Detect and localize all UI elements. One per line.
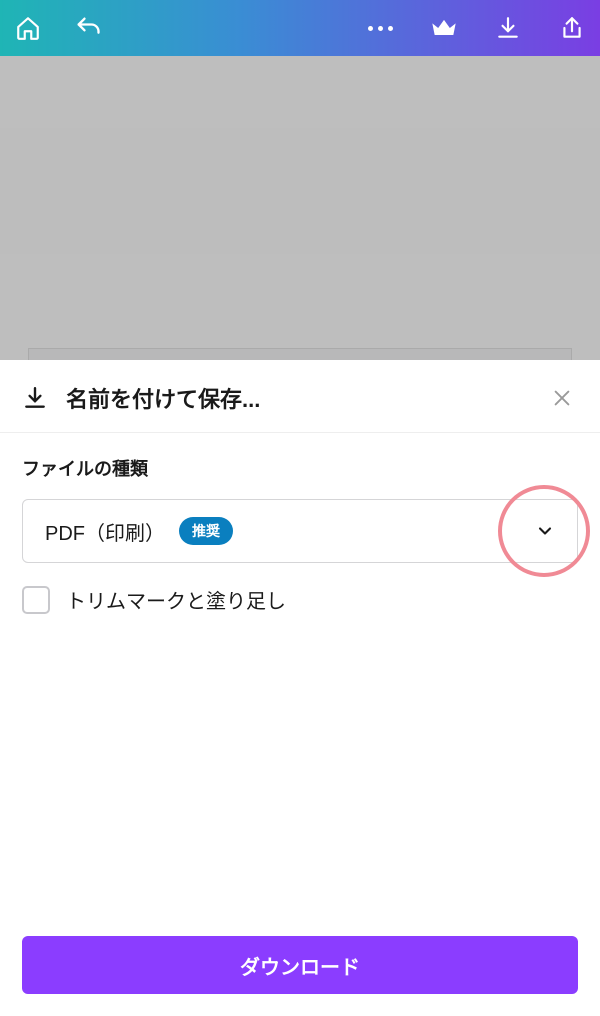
sheet-header: 名前を付けて保存... <box>0 360 600 433</box>
sheet-body: ファイルの種類 PDF（印刷） 推奨 トリムマークと塗り足し <box>0 433 600 936</box>
file-type-select[interactable]: PDF（印刷） 推奨 <box>22 499 578 563</box>
file-type-label: ファイルの種類 <box>22 455 578 481</box>
toolbar-right <box>364 12 588 44</box>
download-icon <box>22 385 48 411</box>
undo-icon[interactable] <box>72 12 104 44</box>
file-type-select-wrap: PDF（印刷） 推奨 <box>22 499 578 563</box>
download-button[interactable]: ダウンロード <box>22 936 578 994</box>
checkbox-box <box>22 586 50 614</box>
share-icon[interactable] <box>556 12 588 44</box>
home-icon[interactable] <box>12 12 44 44</box>
toolbar-left <box>12 12 104 44</box>
more-icon[interactable] <box>364 12 396 44</box>
trim-marks-checkbox[interactable]: トリムマークと塗り足し <box>22 585 578 614</box>
save-as-sheet: 名前を付けて保存... ファイルの種類 PDF（印刷） 推奨 トリムマークと塗り… <box>0 360 600 1016</box>
close-button[interactable] <box>546 382 578 414</box>
chevron-down-icon <box>535 521 555 541</box>
file-type-value: PDF（印刷） <box>45 517 165 546</box>
sheet-footer: ダウンロード <box>0 936 600 1016</box>
sheet-title: 名前を付けて保存... <box>66 382 546 414</box>
recommended-badge: 推奨 <box>179 517 233 545</box>
download-icon[interactable] <box>492 12 524 44</box>
top-toolbar <box>0 0 600 56</box>
crown-icon[interactable] <box>428 12 460 44</box>
checkbox-label: トリムマークと塗り足し <box>66 585 286 614</box>
